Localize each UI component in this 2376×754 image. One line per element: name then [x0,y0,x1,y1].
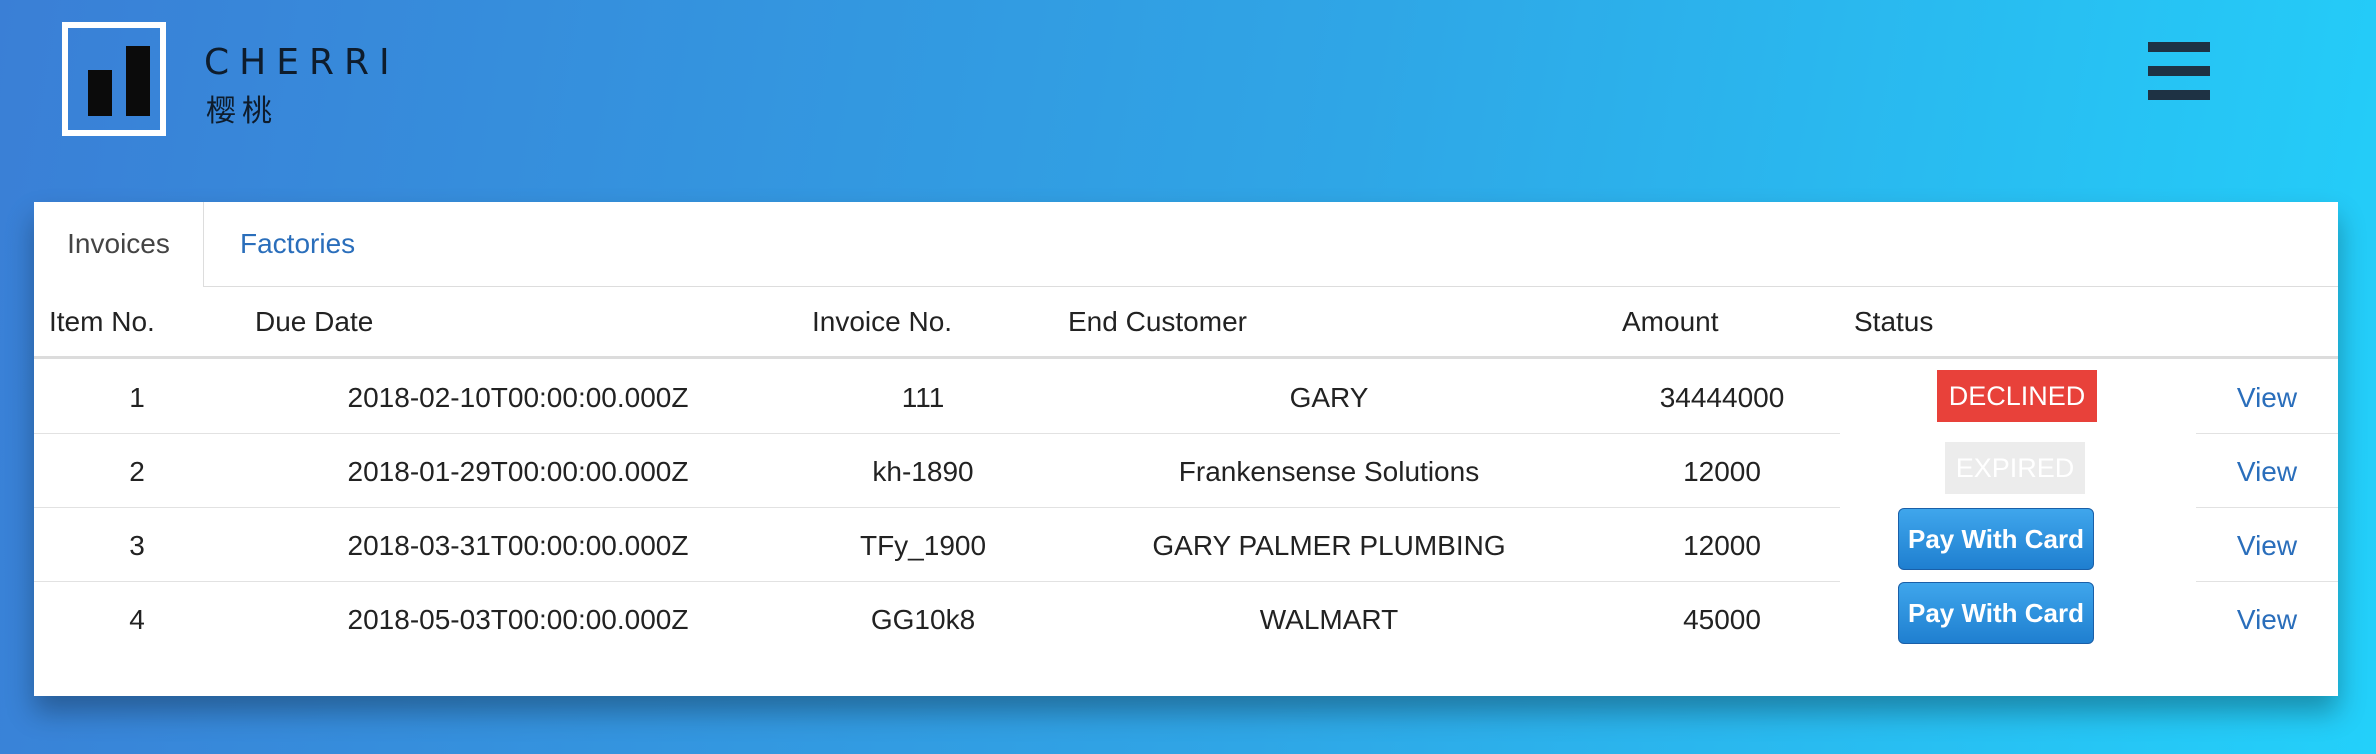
header-invoice-no: Invoice No. [812,306,953,337]
table-row-end-customer: Frankensense Solutions [1178,456,1480,487]
table-row-amount: 12000 [1683,530,1761,561]
view-link[interactable]: View [2237,604,2297,636]
invoices-card: Invoices Factories Item No. Due Date Inv… [34,202,2338,696]
brand-name: CHERRI [204,42,400,83]
table-row-due-date: 2018-01-29T00:00:00.000Z [347,456,689,487]
header-status: Status [1854,306,1934,337]
view-link[interactable]: View [2237,382,2297,414]
header-end-customer: End Customer [1068,306,1247,337]
logo[interactable] [62,22,166,136]
table-row-due-date: 2018-02-10T00:00:00.000Z [347,382,689,413]
header-due-date: Due Date [255,306,374,337]
table-row-amount: 12000 [1683,456,1761,487]
table-row-item-no: 2 [129,456,145,487]
table-row-end-customer: GARY [1289,382,1369,413]
row-divider [2196,581,2338,582]
table-row-invoice-no: TFy_1900 [859,530,987,561]
row-divider [2196,507,2338,508]
brand-subtitle: 樱桃 [206,94,278,129]
table-row-item-no: 4 [129,604,145,635]
pay-with-card-button[interactable]: Pay With Card [1898,508,2094,570]
status-badge-expired: EXPIRED [1945,442,2085,494]
logo-bar-tall [126,46,150,116]
tab-bar: Invoices Factories [34,202,2338,287]
table-row-end-customer: GARY PALMER PLUMBING [1152,530,1506,561]
table-row-invoice-no: 111 [901,382,945,413]
hamburger-menu-icon[interactable] [2148,40,2210,102]
menu-line [2148,90,2210,100]
row-divider [34,433,1840,434]
status-badge-declined: DECLINED [1937,370,2097,422]
table-row-item-no: 1 [129,382,145,413]
row-divider [34,581,1840,582]
menu-line [2148,42,2210,52]
header-divider [34,356,2338,359]
menu-line [2148,66,2210,76]
logo-bar-short [88,70,112,116]
table-row-invoice-no: GG10k8 [870,604,976,635]
pay-with-card-button[interactable]: Pay With Card [1898,582,2094,644]
header-amount: Amount [1622,306,1719,337]
header-item-no: Item No. [49,306,155,337]
table-row-end-customer: WALMART [1259,604,1399,635]
table-row-due-date: 2018-03-31T00:00:00.000Z [347,530,689,561]
tab-factories[interactable]: Factories [240,202,355,286]
table-row-amount: 34444000 [1659,382,1785,413]
table-row-amount: 45000 [1683,604,1761,635]
table-row-item-no: 3 [129,530,145,561]
view-link[interactable]: View [2237,530,2297,562]
row-divider [2196,433,2338,434]
table-row-due-date: 2018-05-03T00:00:00.000Z [347,604,689,635]
tab-invoices[interactable]: Invoices [34,202,204,287]
table-row-invoice-no: kh-1890 [872,456,974,487]
view-link[interactable]: View [2237,456,2297,488]
row-divider [34,507,1840,508]
